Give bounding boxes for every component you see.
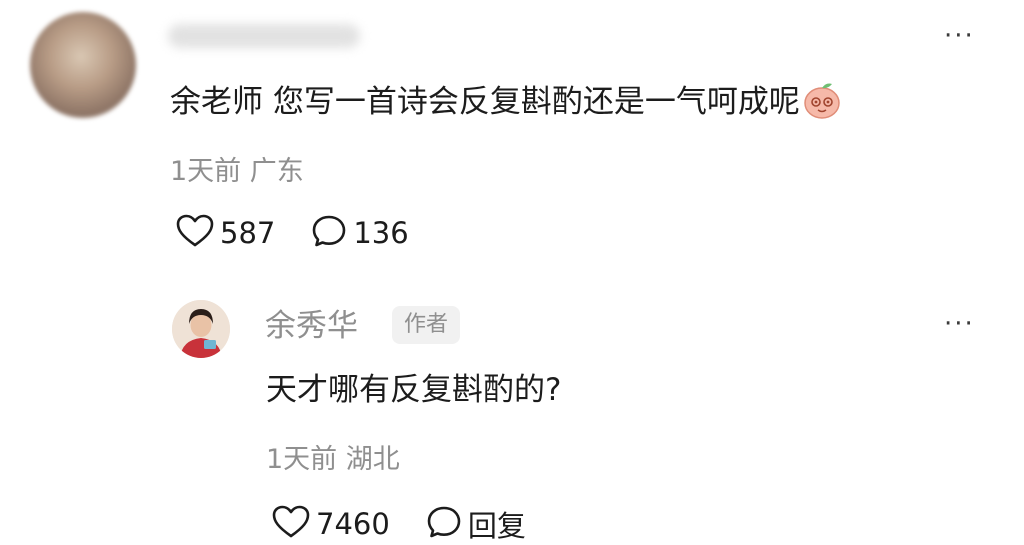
reply-meta: 1天前 湖北: [266, 443, 400, 477]
comment-more-button[interactable]: ···: [944, 23, 975, 49]
reply-like-count: 7460: [316, 507, 390, 541]
commenter-avatar[interactable]: [30, 12, 136, 118]
speech-bubble-icon: [426, 505, 462, 543]
speech-bubble-icon: [311, 214, 347, 252]
comment-body: 余老师 您写一首诗会反复斟酌还是一气呵成呢: [170, 80, 842, 124]
comment-reply-button[interactable]: 136: [311, 214, 409, 252]
comment-like-count: 587: [220, 216, 276, 250]
reply-more-button[interactable]: ···: [944, 311, 975, 337]
author-avatar[interactable]: [172, 300, 230, 358]
comment-meta: 1天前 广东: [170, 155, 304, 189]
reply-reply-button[interactable]: 回复: [426, 503, 526, 545]
reply-reply-label: 回复: [467, 509, 526, 543]
peach-face-emoji-icon: [802, 80, 842, 120]
comment-location: 广东: [249, 156, 304, 187]
reply-text: 天才哪有反复斟酌的?: [266, 372, 562, 408]
author-name[interactable]: 余秀华: [265, 306, 358, 346]
comment-time: 1天前: [170, 156, 242, 187]
reply-actions: 7460 回复: [272, 503, 562, 545]
author-badge: 作者: [392, 306, 461, 344]
comment-actions: 587 136: [176, 214, 445, 252]
commenter-name-blurred[interactable]: [168, 24, 360, 48]
reply-time: 1天前: [266, 444, 338, 475]
comment-text: 余老师 您写一首诗会反复斟酌还是一气呵成呢: [170, 84, 800, 120]
comment-reply-count: 136: [353, 216, 409, 250]
comment-like-button[interactable]: 587: [176, 214, 275, 252]
heart-icon: [176, 214, 214, 252]
reply-like-button[interactable]: 7460: [272, 505, 390, 543]
reply-location: 湖北: [345, 444, 400, 475]
heart-icon: [272, 505, 310, 543]
